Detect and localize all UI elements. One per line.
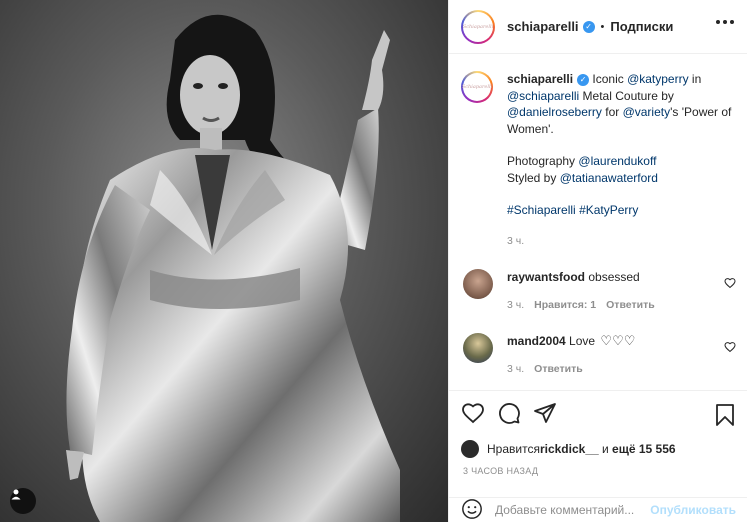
caption-text: in: [688, 72, 702, 86]
comment-input[interactable]: Добавьте комментарий...: [495, 503, 634, 517]
mention-link[interactable]: @danielroseberry: [507, 105, 602, 119]
comment-time[interactable]: 3 ч.: [507, 299, 524, 311]
mention-link[interactable]: @laurendukoff: [578, 154, 656, 168]
caption-text: Iconic: [589, 72, 628, 86]
liker-username[interactable]: rickdick__: [540, 442, 599, 456]
photo-illustration: [66, 14, 400, 522]
user-tag-icon[interactable]: [10, 488, 36, 514]
comments-list: Schiaparelli schiaparelli ✓ Iconic @katyp…: [449, 55, 747, 390]
comment-time[interactable]: 3 ч.: [507, 363, 524, 375]
caption-avatar[interactable]: Schiaparelli: [461, 71, 493, 103]
verified-icon: ✓: [582, 20, 595, 33]
publish-button[interactable]: Опубликовать: [650, 503, 736, 517]
emoji-icon[interactable]: [461, 498, 483, 522]
heart-emoji-icon: ♡♡♡: [600, 333, 636, 348]
avatar-logo: Schiaparelli: [462, 23, 494, 30]
comment-like-icon[interactable]: [724, 341, 736, 356]
caption-text: for: [601, 105, 623, 119]
avatar-logo: Schiaparelli: [461, 84, 493, 90]
following-button[interactable]: Подписки: [610, 19, 673, 34]
separator-dot: •: [600, 20, 605, 33]
liker-avatar[interactable]: [461, 440, 479, 458]
comment-text: Love: [569, 334, 596, 348]
comment-icon[interactable]: [497, 401, 521, 425]
post-panel: Schiaparelli schiaparelli ✓ • Подписки S…: [448, 0, 747, 522]
comment-item: mand2004 Love ♡♡♡ 3 ч. Ответить: [461, 333, 736, 377]
post-header: Schiaparelli schiaparelli ✓ • Подписки: [449, 0, 747, 54]
post-photo[interactable]: [0, 0, 448, 522]
hashtag-link[interactable]: #Schiaparelli: [507, 203, 576, 217]
heart-icon[interactable]: [461, 401, 485, 425]
bookmark-icon[interactable]: [714, 403, 736, 430]
caption-username[interactable]: schiaparelli: [507, 72, 573, 86]
hashtag-link[interactable]: #KatyPerry: [579, 203, 638, 217]
author-username[interactable]: schiaparelli: [507, 19, 579, 34]
reply-button[interactable]: Ответить: [534, 363, 583, 375]
comment-body: mand2004 Love ♡♡♡ 3 ч. Ответить: [507, 333, 717, 377]
caption-time[interactable]: 3 ч.: [507, 233, 735, 250]
comment-username[interactable]: mand2004: [507, 334, 566, 348]
comment-avatar[interactable]: [463, 333, 493, 363]
likes-middle: и: [598, 442, 613, 456]
add-comment-bar: Добавьте комментарий... Опубликовать: [449, 497, 747, 522]
caption-body: schiaparelli ✓ Iconic @katyperry in @schi…: [507, 71, 735, 249]
comment-avatar[interactable]: [463, 269, 493, 299]
comment-item: raywantsfood obsessed 3 ч. Нравится: 1 Отв…: [461, 269, 736, 313]
mention-link[interactable]: @katyperry: [627, 72, 689, 86]
caption-text: Styled by: [507, 170, 560, 185]
caption-text: Photography: [507, 154, 579, 168]
verified-icon: ✓: [577, 73, 590, 86]
likes-count-link[interactable]: ещё 15 556: [612, 442, 676, 456]
mention-link[interactable]: @tatianawaterford: [560, 171, 658, 185]
comment-text: obsessed: [588, 270, 640, 284]
share-icon[interactable]: [533, 401, 557, 425]
action-bar: [449, 390, 747, 434]
likes-prefix: Нравится: [487, 442, 540, 456]
author-avatar[interactable]: Schiaparelli: [461, 9, 495, 44]
caption: Schiaparelli schiaparelli ✓ Iconic @katyp…: [461, 71, 736, 249]
caption-text: Metal Couture by: [579, 88, 674, 103]
comment-username[interactable]: raywantsfood: [507, 270, 585, 284]
more-options-icon[interactable]: [716, 20, 734, 24]
post-time[interactable]: 3 ЧАСОВ НАЗАД: [463, 466, 538, 476]
likes-summary: Нравится rickdick__ и ещё 15 556: [461, 440, 676, 458]
reply-button[interactable]: Ответить: [606, 299, 655, 311]
comment-body: raywantsfood obsessed 3 ч. Нравится: 1 Отв…: [507, 269, 717, 313]
mention-link[interactable]: @schiaparelli: [507, 89, 579, 103]
mention-link[interactable]: @variety: [623, 105, 671, 119]
comment-like-icon[interactable]: [724, 277, 736, 292]
comment-likes[interactable]: Нравится: 1: [534, 299, 596, 311]
